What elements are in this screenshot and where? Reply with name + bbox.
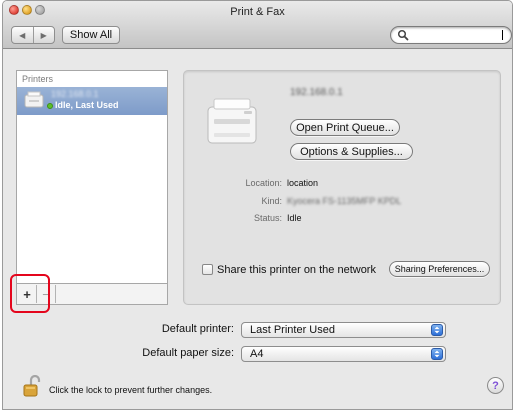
chevron-left-icon: ◀: [19, 30, 26, 40]
default-paper-size-value: A4: [250, 348, 264, 360]
chevron-right-icon: ▶: [40, 30, 47, 40]
default-paper-size-label: Default paper size:: [142, 347, 234, 359]
printers-list[interactable]: Printers 192.168.0.1 Idle, Last Used: [16, 70, 168, 284]
options-supplies-button[interactable]: Options & Supplies...: [290, 143, 413, 160]
printer-list-name: 192.168.0.1: [51, 89, 99, 99]
printer-list-item[interactable]: 192.168.0.1 Idle, Last Used: [17, 87, 167, 115]
lock-icon[interactable]: [23, 375, 41, 397]
sharing-preferences-button[interactable]: Sharing Preferences...: [389, 261, 490, 277]
location-label: Location:: [245, 178, 282, 188]
kind-value: Kyocera FS-1135MFP KPDL: [287, 196, 402, 206]
print-fax-window: Print & Fax ◀ ▶ Show All Printers 192.16…: [2, 0, 513, 410]
callout-highlight-box: [10, 274, 50, 313]
up-down-arrows-icon: [431, 348, 443, 360]
lock-message: Click the lock to prevent further change…: [49, 385, 213, 395]
location-value: location: [287, 178, 319, 188]
default-printer-label: Default printer:: [161, 323, 234, 335]
search-icon: [397, 29, 409, 41]
nav-segmented-control: ◀ ▶: [11, 26, 55, 44]
share-printer-label[interactable]: Share this printer on the network: [217, 264, 376, 276]
printer-list-status: Idle, Last Used: [55, 100, 119, 110]
search-box[interactable]: [390, 26, 512, 44]
window-title: Print & Fax: [230, 6, 285, 18]
default-printer-popup[interactable]: Last Printer Used: [241, 322, 446, 338]
open-print-queue-button[interactable]: Open Print Queue...: [290, 119, 400, 136]
search-input[interactable]: [411, 29, 501, 41]
up-down-arrows-icon: [431, 324, 443, 336]
default-printer-value: Last Printer Used: [250, 324, 335, 336]
printer-detail-panel: 192.168.0.1 Open Print Queue... Options …: [183, 70, 501, 305]
status-value: Idle: [287, 213, 302, 223]
forward-button[interactable]: ▶: [34, 27, 55, 43]
show-all-button[interactable]: Show All: [62, 26, 120, 44]
idle-status-icon: [47, 103, 53, 109]
printer-image-icon: [207, 98, 257, 144]
printer-address: 192.168.0.1: [290, 87, 343, 98]
printer-icon: [24, 91, 44, 108]
text-cursor: [502, 30, 503, 40]
share-printer-checkbox[interactable]: [202, 264, 213, 275]
status-label: Status:: [253, 213, 282, 223]
kind-label: Kind:: [261, 196, 282, 206]
default-paper-size-popup[interactable]: A4: [241, 346, 446, 362]
printers-list-header: Printers: [22, 74, 54, 84]
title-toolbar-bar: Print & Fax ◀ ▶ Show All: [3, 1, 512, 49]
back-button[interactable]: ◀: [12, 27, 34, 43]
help-button[interactable]: ?: [487, 377, 504, 394]
